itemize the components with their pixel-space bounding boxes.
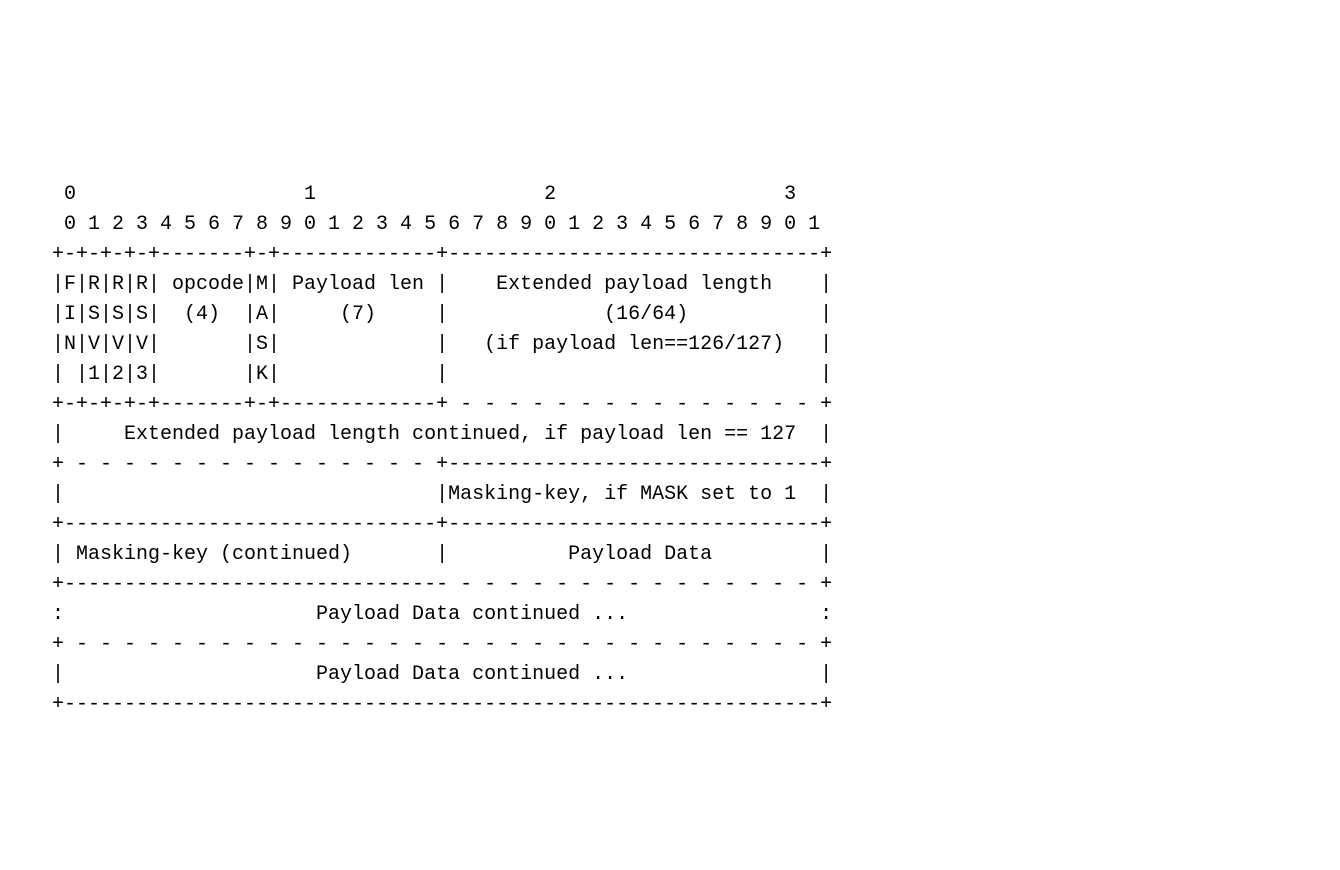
header-row-line1: |F|R|R|R| opcode|M| Payload len | Extend… xyxy=(40,273,832,296)
header-row-line4: | |1|2|3| |K| | | xyxy=(40,363,832,386)
separator-3: +-------------------------------+-------… xyxy=(40,513,832,536)
bit-ruler-tens: 0 1 2 3 xyxy=(40,183,796,206)
border-top: +-+-+-+-+-------+-+-------------+-------… xyxy=(40,243,832,266)
websocket-frame-diagram: 0 1 2 3 0 1 2 3 4 5 6 7 8 9 0 1 2 3 4 5 … xyxy=(40,150,832,720)
separator-1: +-+-+-+-+-------+-+-------------+ - - - … xyxy=(40,393,832,416)
masking-key-payload-row: | Masking-key (continued) | Payload Data… xyxy=(40,543,832,566)
header-row-line3: |N|V|V|V| |S| | (if payload len==126/127… xyxy=(40,333,832,356)
bit-ruler-ones: 0 1 2 3 4 5 6 7 8 9 0 1 2 3 4 5 6 7 8 9 … xyxy=(40,213,820,236)
separator-2: + - - - - - - - - - - - - - - - +-------… xyxy=(40,453,832,476)
header-row-line2: |I|S|S|S| (4) |A| (7) | (16/64) | xyxy=(40,303,832,326)
extended-payload-row: | Extended payload length continued, if … xyxy=(40,423,832,446)
payload-continued-row-2: | Payload Data continued ... | xyxy=(40,663,832,686)
border-bottom: +---------------------------------------… xyxy=(40,693,832,716)
separator-5: + - - - - - - - - - - - - - - - - - - - … xyxy=(40,633,832,656)
masking-key-start-row: | |Masking-key, if MASK set to 1 | xyxy=(40,483,832,506)
separator-4: +-------------------------------- - - - … xyxy=(40,573,832,596)
payload-continued-row-1: : Payload Data continued ... : xyxy=(40,603,832,626)
